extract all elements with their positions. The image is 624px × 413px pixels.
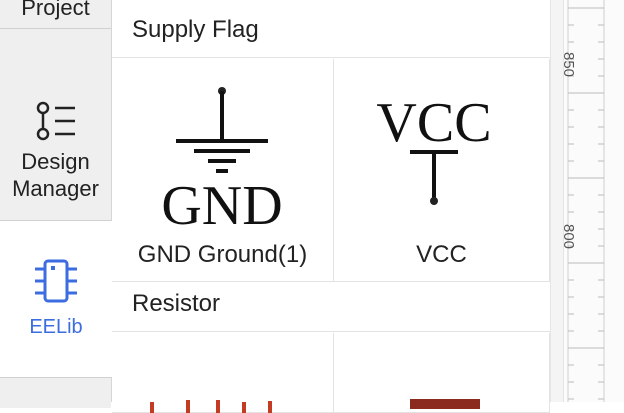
nav-eelib-label: EELib bbox=[29, 316, 83, 338]
component-card-vcc[interactable]: VCC VCC bbox=[334, 59, 550, 282]
library-panel: Supply Flag GND GND Ground(1) VCC VCC Re… bbox=[112, 0, 550, 413]
canvas-ruler: 850 800 bbox=[560, 0, 624, 402]
gnd-symbol: GND bbox=[161, 87, 283, 229]
chip-icon bbox=[35, 259, 77, 303]
nav-project[interactable]: Project bbox=[0, 0, 111, 29]
section-title-supply-flag: Supply Flag bbox=[132, 16, 259, 43]
ruler-label-800: 800 bbox=[560, 224, 577, 250]
component-card-resistor-1[interactable] bbox=[112, 333, 334, 413]
nav-eelib[interactable]: EELib bbox=[0, 221, 112, 377]
nav-design-manager[interactable]: Design Manager bbox=[0, 98, 111, 221]
resistor-body bbox=[410, 399, 480, 409]
component-label-gnd: GND Ground(1) bbox=[137, 241, 308, 268]
resistor-symbol bbox=[150, 400, 272, 413]
nav-project-label: Project bbox=[21, 0, 90, 20]
component-card-gnd[interactable]: GND GND Ground(1) bbox=[112, 59, 334, 282]
component-label-vcc: VCC bbox=[416, 241, 467, 268]
section-title-resistor: Resistor bbox=[132, 290, 221, 317]
left-navigation: Project Design Manager EELib bbox=[0, 0, 112, 408]
ruler-label-850: 850 bbox=[560, 52, 577, 78]
section-header-resistor: Resistor bbox=[112, 284, 550, 332]
vcc-symbol-text: VCC bbox=[376, 92, 491, 154]
nav-design-label-line2: Manager bbox=[12, 176, 99, 201]
gnd-symbol-text: GND bbox=[161, 175, 282, 229]
nav-next-item[interactable] bbox=[0, 377, 111, 408]
component-card-resistor-2[interactable] bbox=[334, 333, 550, 413]
nav-design-label-line1: Design bbox=[21, 149, 90, 174]
section-header-supply-flag: Supply Flag bbox=[112, 10, 550, 58]
vcc-symbol: VCC bbox=[376, 92, 492, 205]
list-tree-icon bbox=[36, 101, 75, 141]
